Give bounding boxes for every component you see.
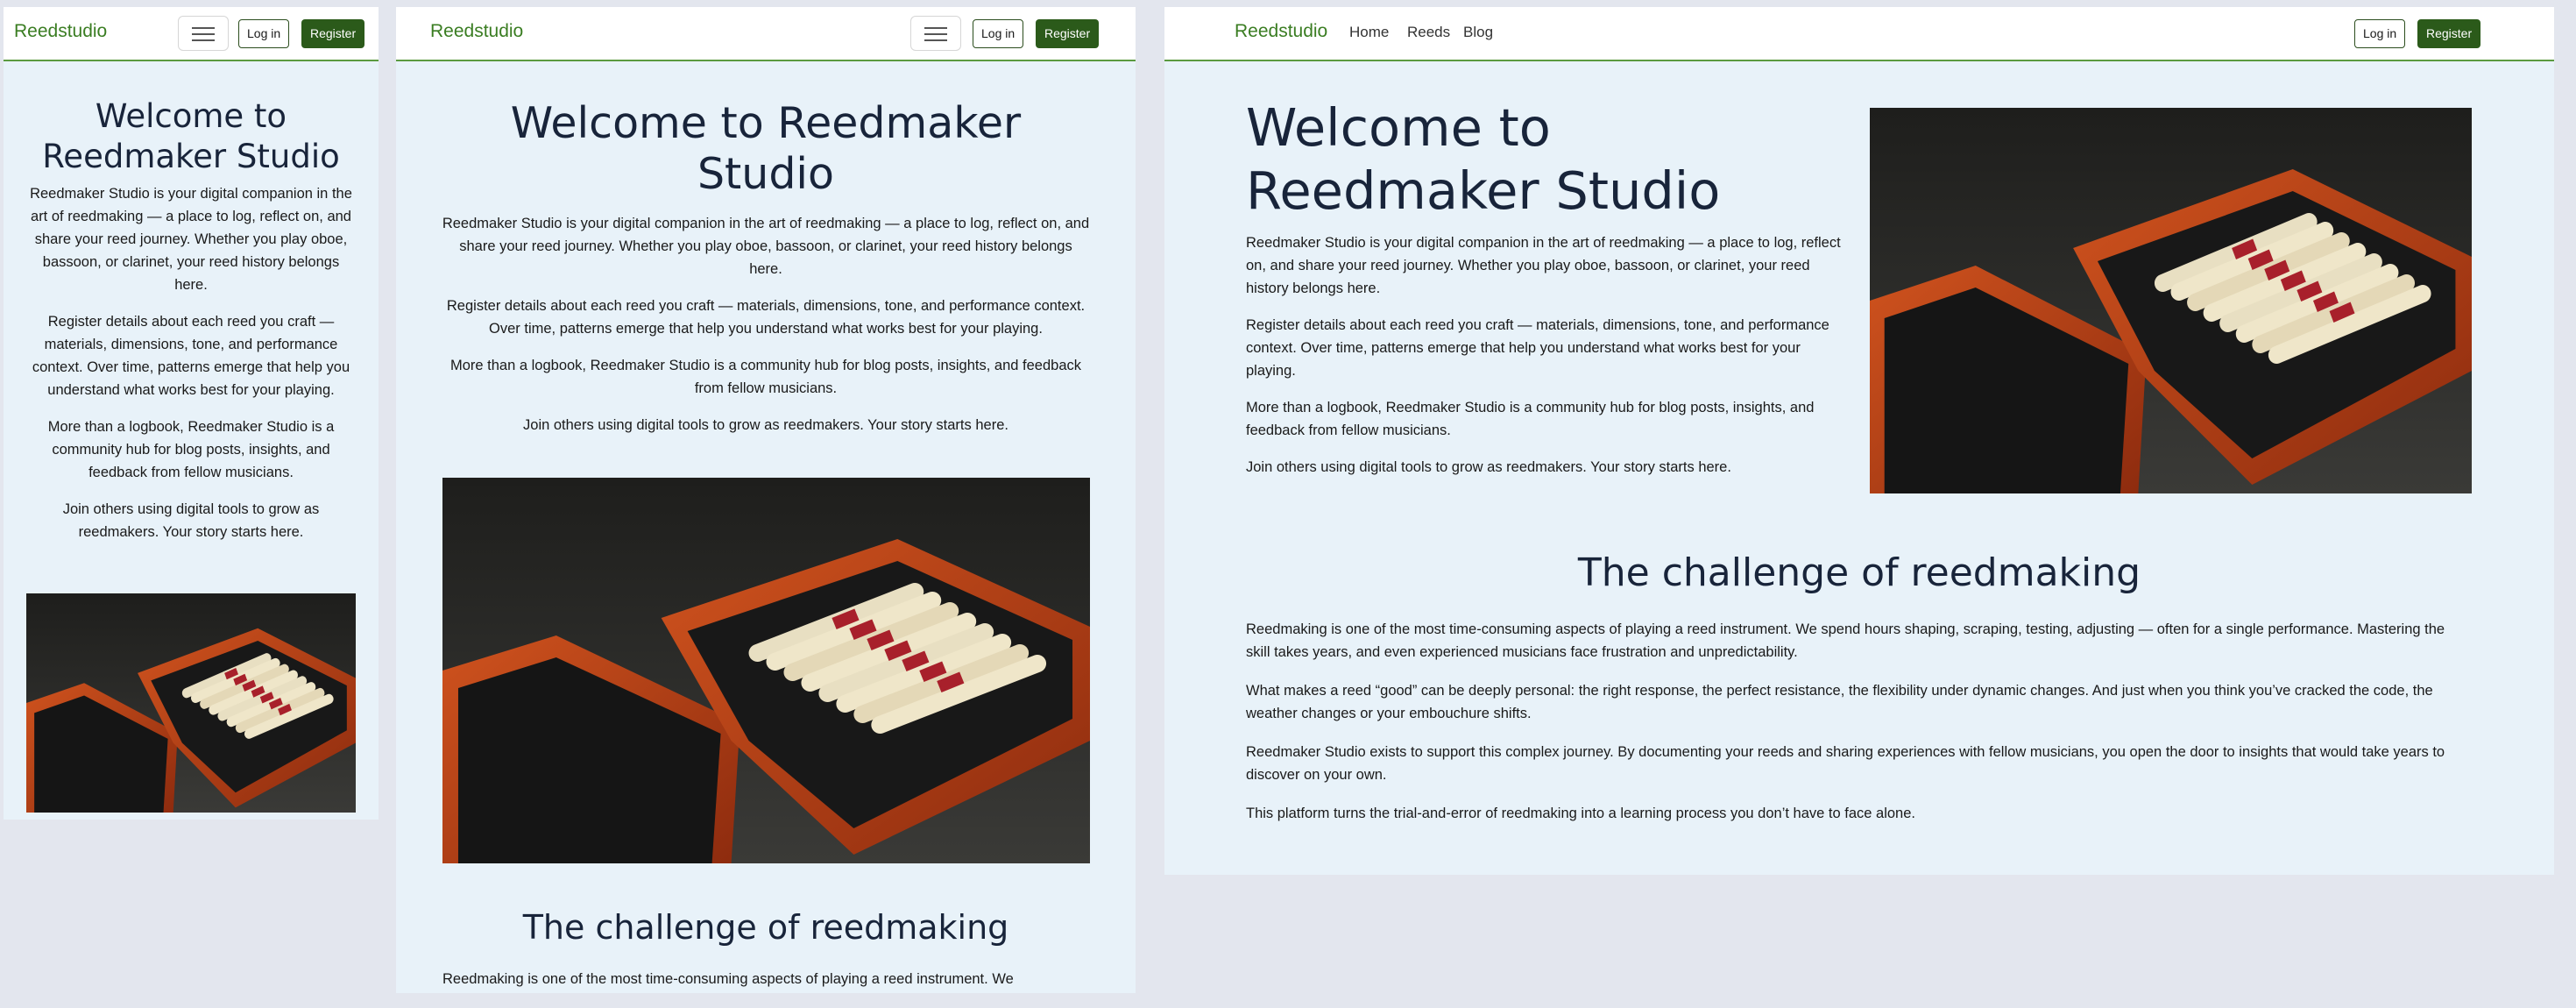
hamburger-icon: [924, 39, 947, 41]
challenge-paragraph: What makes a reed “good” can be deeply p…: [1246, 683, 2433, 721]
reed-case-image: [1870, 108, 2472, 493]
challenge-section: The challenge of reedmaking: [1246, 550, 2473, 596]
hamburger-icon: [924, 33, 947, 35]
hero-image: [26, 593, 356, 813]
reed-case-image: [442, 478, 1090, 863]
challenge-section: The challenge of reedmaking: [442, 907, 1090, 948]
navbar: Reedstudio Home Reeds Blog Log in Regist…: [1164, 7, 2554, 61]
navbar: Reedstudio Log in Register: [4, 7, 379, 61]
page-title: Welcome to Reedmaker Studio: [1246, 97, 1721, 221]
login-button[interactable]: Log in: [2354, 19, 2406, 48]
hero-image: [442, 478, 1090, 863]
hero: Welcome to Reedmaker Studio Reedmaker St…: [26, 96, 356, 543]
challenge-body: Reedmaking is one of the most time-consu…: [1246, 618, 2473, 825]
hero-paragraph: Reedmaker Studio is your digital compani…: [1246, 235, 1841, 296]
hamburger-icon: [192, 27, 215, 29]
brand-link[interactable]: Reedstudio: [1235, 21, 1327, 42]
register-button[interactable]: Register: [1036, 19, 1100, 48]
login-button[interactable]: Log in: [238, 19, 290, 48]
nav-link-home[interactable]: Home: [1349, 24, 1389, 41]
brand-link[interactable]: Reedstudio: [14, 21, 107, 42]
menu-toggle-button[interactable]: [178, 16, 229, 51]
navbar: Reedstudio Log in Register: [396, 7, 1136, 61]
hero-paragraph: Register details about each reed you cra…: [446, 298, 1086, 337]
hero: Welcome to Reedmaker Studio Reedmaker St…: [442, 98, 1090, 437]
viewport-mobile: Reedstudio Log in Register Welcome to Re…: [4, 7, 379, 820]
hero-paragraph: More than a logbook, Reedmaker Studio is…: [47, 419, 335, 480]
hamburger-icon: [192, 33, 215, 35]
section-title: The challenge of reedmaking: [1577, 550, 2141, 595]
hero: Welcome to Reedmaker Studio Reedmaker St…: [1246, 96, 1859, 479]
hamburger-icon: [924, 27, 947, 29]
hero-paragraph: Join others using digital tools to grow …: [1246, 459, 1731, 475]
viewport-tablet: Reedstudio Log in Register Welcome to Re…: [396, 7, 1136, 993]
nav-link-blog[interactable]: Blog: [1463, 24, 1493, 41]
section-title: The challenge of reedmaking: [522, 908, 1009, 947]
menu-toggle-button[interactable]: [910, 16, 961, 51]
hero-paragraph: More than a logbook, Reedmaker Studio is…: [450, 358, 1081, 396]
challenge-paragraph: Reedmaker Studio exists to support this …: [1246, 744, 2445, 783]
hamburger-icon: [192, 39, 215, 41]
viewport-desktop: Reedstudio Home Reeds Blog Log in Regist…: [1164, 7, 2554, 875]
nav-link-reeds[interactable]: Reeds: [1407, 24, 1450, 41]
login-button[interactable]: Log in: [973, 19, 1024, 48]
hero-paragraph: Reedmaker Studio is your digital compani…: [442, 216, 1090, 277]
brand-link[interactable]: Reedstudio: [430, 21, 523, 42]
register-button[interactable]: Register: [2417, 19, 2481, 48]
hero-paragraph: Join others using digital tools to grow …: [62, 501, 320, 540]
hero-paragraph: Reedmaker Studio is your digital compani…: [30, 186, 352, 293]
hero-image: [1870, 108, 2472, 493]
hero-paragraph: Join others using digital tools to grow …: [523, 417, 1008, 433]
page-title: Welcome to Reedmaker Studio: [42, 97, 340, 175]
hero-paragraph: Register details about each reed you cra…: [1246, 317, 1829, 379]
page-title: Welcome to Reedmaker Studio: [510, 98, 1022, 199]
register-button[interactable]: Register: [301, 19, 365, 48]
hero-paragraph: More than a logbook, Reedmaker Studio is…: [1246, 400, 1815, 438]
reed-case-image: [26, 593, 356, 813]
challenge-paragraph: Reedmaking is one of the most time-consu…: [1246, 621, 2445, 660]
challenge-paragraph: This platform turns the trial-and-error …: [1246, 806, 1915, 821]
hero-paragraph: Register details about each reed you cra…: [32, 314, 350, 398]
challenge-paragraph-fragment: Reedmaking is one of the most time-consu…: [442, 971, 1014, 987]
